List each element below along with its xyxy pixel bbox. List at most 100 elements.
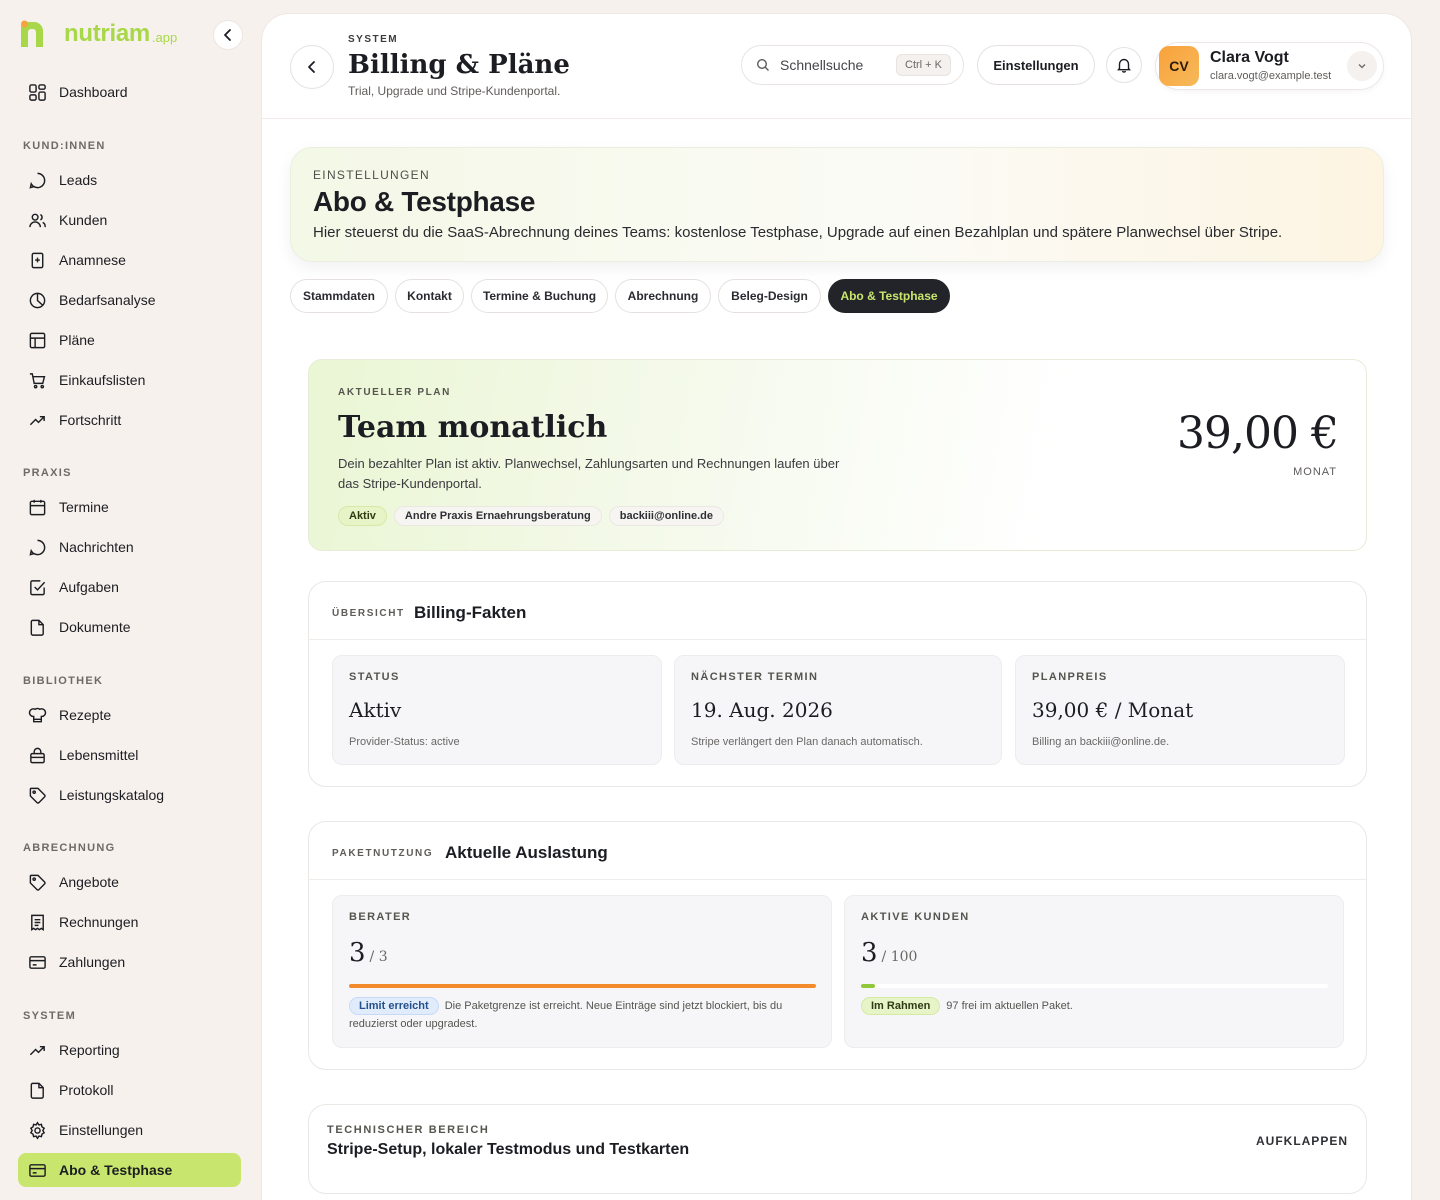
sidebar-item-bedarfsanalyse[interactable]: Bedarfsanalyse [18, 283, 241, 317]
sidebar-item-leistungskatalog[interactable]: Leistungskatalog [18, 778, 241, 812]
expand-button[interactable]: AUFKLAPPEN [1256, 1134, 1348, 1148]
sidebar-item-dashboard[interactable]: Dashboard [18, 75, 241, 109]
section-title: Stripe-Setup, lokaler Testmodus und Test… [327, 1141, 690, 1158]
search-shortcut: Ctrl + K [896, 54, 951, 76]
tab-abo-testphase[interactable]: Abo & Testphase [828, 279, 950, 313]
usage-max: / 100 [881, 949, 918, 965]
sidebar-item-protokoll[interactable]: Protokoll [18, 1073, 241, 1107]
sidebar-item-label: Bedarfsanalyse [59, 292, 156, 308]
technical-section[interactable]: TECHNISCHER BEREICH Stripe-Setup, lokale… [308, 1104, 1367, 1194]
user-email: clara.vogt@example.test [1210, 70, 1332, 82]
fact-note: Provider-Status: active [349, 736, 460, 748]
plan-price-unit: MONAT [1293, 466, 1337, 478]
credit-card-icon [29, 955, 46, 969]
sidebar-item-label: Protokoll [59, 1082, 114, 1098]
document-icon [30, 619, 44, 636]
search-input[interactable]: Schnellsuche Ctrl + K [741, 45, 964, 85]
brand-logo[interactable]: nutriam .app [18, 20, 177, 48]
chevron-down-icon [1358, 64, 1366, 69]
sidebar-item-label: Termine [59, 499, 109, 515]
sidebar-item-angebote[interactable]: Angebote [18, 865, 241, 899]
sidebar-item-plaene[interactable]: Pläne [18, 323, 241, 357]
sidebar-item-lebensmittel[interactable]: Lebensmittel [18, 738, 241, 772]
settings-button[interactable]: Einstellungen [977, 45, 1095, 85]
sidebar-item-rechnungen[interactable]: Rechnungen [18, 905, 241, 939]
sidebar-item-label: Aufgaben [59, 579, 119, 595]
usage-current: 3 [861, 938, 878, 968]
sidebar-item-einkaufslisten[interactable]: Einkaufslisten [18, 363, 241, 397]
table-icon [29, 332, 46, 348]
credit-card-icon [29, 1163, 46, 1177]
section-header: PAKETNUTZUNG Aktuelle Auslastung [309, 822, 1366, 880]
search-placeholder: Schnellsuche [780, 57, 864, 73]
hero-title: Abo & Testphase [313, 186, 536, 217]
users-icon [29, 213, 46, 227]
sidebar-item-label: Rechnungen [59, 914, 139, 930]
sidebar-item-aufgaben[interactable]: Aufgaben [18, 570, 241, 604]
gear-icon [29, 1120, 46, 1140]
within-limit-badge: Im Rahmen [861, 997, 941, 1015]
section-title: Billing-Fakten [414, 603, 527, 622]
back-button[interactable] [290, 45, 334, 89]
section-title: Aktuelle Auslastung [445, 843, 608, 862]
tab-termine-buchung[interactable]: Termine & Buchung [471, 279, 608, 313]
sidebar-item-label: Leads [59, 172, 98, 188]
billing-email-badge: backiii@online.de [608, 506, 724, 526]
sidebar-item-kunden[interactable]: Kunden [18, 203, 241, 237]
sidebar-item-reporting[interactable]: Reporting [18, 1033, 241, 1067]
sidebar-item-termine[interactable]: Termine [18, 490, 241, 524]
usage-progress-track [861, 984, 1328, 988]
section-header: ÜBERSICHT Billing-Fakten [309, 582, 1366, 640]
sidebar-item-anamnese[interactable]: Anamnese [18, 243, 241, 277]
tab-stammdaten[interactable]: Stammdaten [290, 279, 388, 313]
usage-berater: BERATER 3/ 3 Limit erreicht Die Paketgren… [332, 895, 832, 1048]
tab-beleg-design[interactable]: Beleg-Design [718, 279, 821, 313]
user-menu-toggle[interactable] [1347, 51, 1377, 81]
usage-max: / 3 [369, 949, 388, 965]
sidebar-item-zahlungen[interactable]: Zahlungen [18, 945, 241, 979]
plan-description: Dein bezahlter Plan ist aktiv. Planwechs… [338, 456, 840, 491]
trend-icon [29, 1045, 45, 1055]
sidebar-section-title: BIBLIOTHEK [23, 675, 104, 687]
notifications-button[interactable] [1106, 47, 1142, 83]
tab-abrechnung[interactable]: Abrechnung [615, 279, 711, 313]
section-eyebrow: PAKETNUTZUNG [332, 848, 434, 859]
plan-name: Team monatlich [338, 410, 608, 445]
sidebar-item-label: Angebote [59, 874, 119, 890]
sidebar-section-title: ABRECHNUNG [23, 842, 116, 854]
sidebar-item-label: Fortschritt [59, 412, 122, 428]
dashboard-icon [29, 83, 46, 101]
section-eyebrow: TECHNISCHER BEREICH [327, 1124, 490, 1136]
status-badge: Aktiv [338, 506, 387, 526]
sidebar-item-abo-testphase[interactable]: Abo & Testphase [18, 1153, 241, 1187]
calendar-icon [29, 499, 46, 515]
plan-price: 39,00 € [1177, 408, 1339, 459]
brand-tld: .app [151, 30, 178, 45]
top-bar: SYSTEM Billing & Pläne Trial, Upgrade un… [262, 14, 1411, 119]
sidebar-item-einstellungen[interactable]: Einstellungen [18, 1113, 241, 1147]
usage-aktive-kunden: AKTIVE KUNDEN 3/ 100 Im Rahmen 97 frei im… [844, 895, 1344, 1048]
checkbox-icon [30, 579, 46, 595]
sidebar-item-label: Anamnese [59, 252, 126, 268]
tag-icon [29, 874, 46, 891]
page-eyebrow: SYSTEM [348, 34, 399, 45]
sidebar-item-fortschritt[interactable]: Fortschritt [18, 403, 241, 437]
sidebar-item-rezepte[interactable]: Rezepte [18, 698, 241, 732]
settings-hero: EINSTELLUNGEN Abo & Testphase Hier steue… [290, 147, 1384, 262]
practice-badge: Andre Praxis Ernaehrungsberatung [393, 506, 602, 526]
cart-icon [29, 372, 46, 389]
user-menu[interactable]: CV Clara Vogt clara.vogt@example.test [1155, 42, 1384, 90]
sidebar-item-dokumente[interactable]: Dokumente [18, 610, 241, 644]
sidebar-item-label: Nachrichten [59, 539, 134, 555]
sidebar-item-label: Abo & Testphase [59, 1162, 173, 1178]
sidebar-section-title: PRAXIS [23, 467, 72, 479]
sidebar-collapse-button[interactable] [213, 20, 243, 50]
bell-icon [1117, 58, 1131, 73]
tab-kontakt[interactable]: Kontakt [395, 279, 464, 313]
sidebar-item-nachrichten[interactable]: Nachrichten [18, 530, 241, 564]
sidebar-item-label: Einstellungen [59, 1122, 144, 1138]
usage-note: 97 frei im aktuellen Paket. [946, 1000, 1073, 1012]
sidebar-item-leads[interactable]: Leads [18, 163, 241, 197]
chef-hat-icon [28, 707, 47, 722]
tag-icon [29, 787, 46, 804]
